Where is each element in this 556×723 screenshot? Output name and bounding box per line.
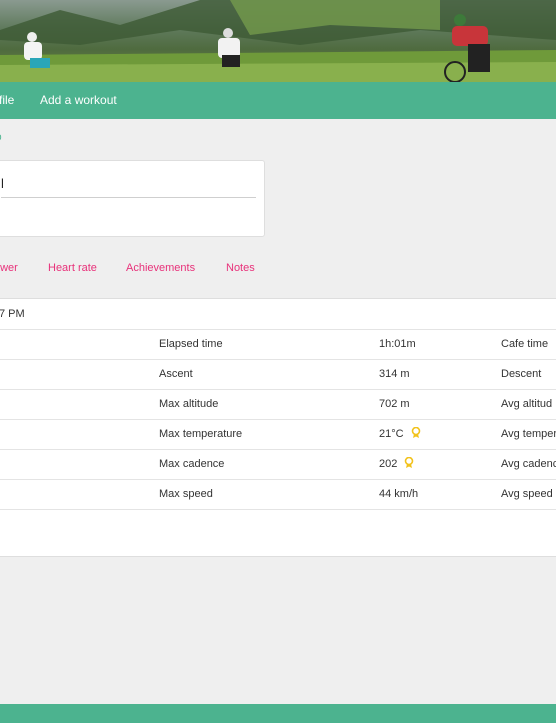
footer-bar [0, 704, 556, 723]
nav-item-profile[interactable]: file [0, 82, 14, 119]
stat-label-secondary: Avg altitud [501, 398, 553, 410]
award-icon[interactable] [404, 451, 414, 481]
stat-value-cell: 21°C [379, 419, 421, 451]
stat-label: Max speed [159, 488, 213, 500]
stat-value: 314 m [379, 368, 410, 380]
tab-achievements[interactable]: Achievements [126, 262, 195, 274]
stat-label: Ascent [159, 368, 193, 380]
stat-label: Elapsed time [159, 338, 223, 350]
stat-value: 202 [379, 458, 398, 470]
table-row: Max altitude 702 m Avg altitud [0, 389, 556, 420]
stat-label: Max altitude [159, 398, 219, 410]
workout-title-card: l [0, 160, 265, 237]
workout-title: l [1, 176, 4, 191]
stat-value: 21°C [379, 428, 404, 440]
award-icon[interactable] [411, 421, 421, 451]
stat-label-secondary: Avg temper [501, 428, 556, 440]
hero-banner-image [0, 0, 556, 82]
top-navbar: file Add a workout [0, 82, 556, 119]
table-row: Elapsed time 1h:01m Cafe time [0, 329, 556, 360]
table-row: Max cadence 202 Avg cadenc [0, 449, 556, 480]
tab-power[interactable]: ower [0, 262, 18, 274]
table-row: Max temperature 21°C Avg temper [0, 419, 556, 450]
card-divider [1, 197, 256, 198]
stat-label-secondary: Descent [501, 368, 542, 380]
nav-item-add-workout[interactable]: Add a workout [40, 82, 117, 119]
breadcrumb[interactable]: b [0, 132, 2, 143]
tab-heart-rate[interactable]: Heart rate [48, 262, 97, 274]
stat-label: Max cadence [159, 458, 225, 470]
workout-stats-table: 7 PM Elapsed time 1h:01m Cafe time Ascen… [0, 298, 556, 557]
stat-value: 702 m [379, 398, 410, 410]
table-row: Max speed 44 km/h Avg speed [0, 479, 556, 510]
table-header-row: 7 PM [0, 299, 556, 330]
stat-label-secondary: Cafe time [501, 338, 549, 350]
stat-label-secondary: Avg speed [501, 488, 553, 500]
stat-value-cell: 202 [379, 449, 414, 481]
stat-label-secondary: Avg cadenc [501, 458, 556, 470]
stat-value: 1h:01m [379, 338, 416, 350]
table-row: Ascent 314 m Descent [0, 359, 556, 390]
table-header-time: 7 PM [0, 308, 25, 320]
stat-value: 44 km/h [379, 488, 419, 500]
stat-label: Max temperature [159, 428, 243, 440]
tab-notes[interactable]: Notes [226, 262, 255, 274]
